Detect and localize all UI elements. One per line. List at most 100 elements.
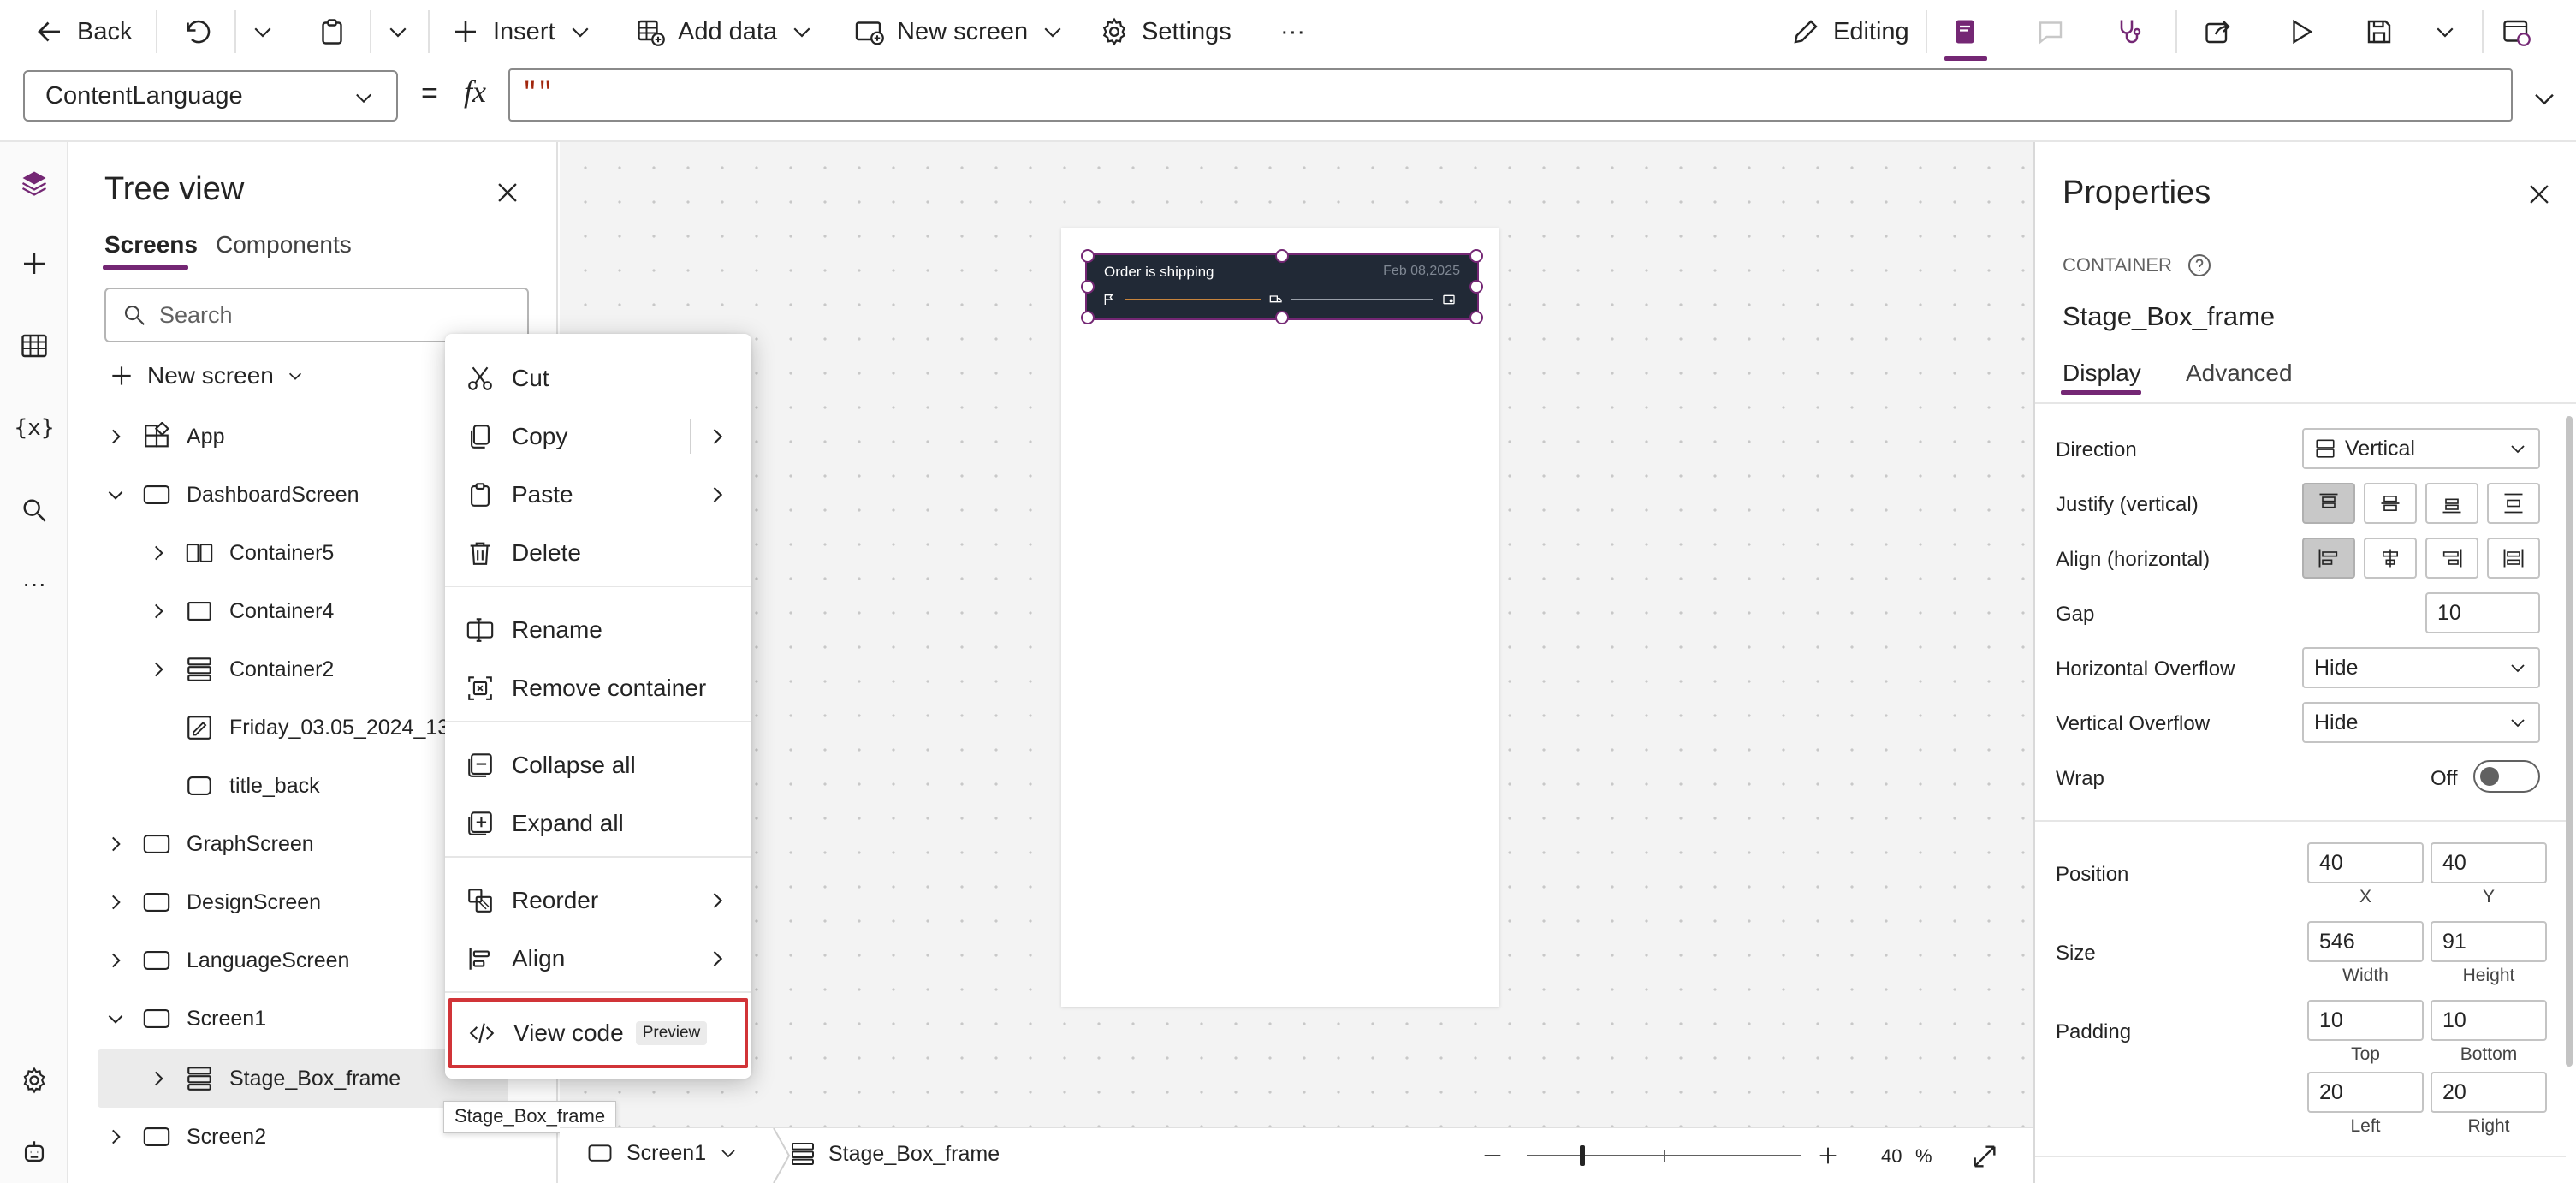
resize-handle[interactable] [1469, 280, 1483, 294]
align-end-button[interactable] [2425, 538, 2478, 579]
x-input[interactable]: 40 [2307, 842, 2424, 883]
clipboard-button[interactable] [317, 0, 347, 63]
chevron-right-icon[interactable] [147, 600, 169, 622]
zoom-slider-thumb[interactable] [1580, 1145, 1585, 1166]
tree-node-container4[interactable]: Container4 [147, 586, 334, 637]
y-input[interactable]: 40 [2431, 842, 2547, 883]
insert-rail-button[interactable] [17, 247, 51, 281]
tree-view-rail-button[interactable] [17, 166, 51, 200]
justify-space-between-button[interactable] [2487, 483, 2540, 524]
tree-node-graphscreen[interactable]: GraphScreen [104, 818, 314, 870]
virtual-agent-rail-button[interactable] [17, 1135, 51, 1169]
resize-handle[interactable] [1081, 249, 1095, 263]
chevron-down-icon[interactable] [104, 1008, 127, 1030]
undo-button[interactable] [181, 0, 212, 63]
h-overflow-dropdown[interactable]: Hide [2302, 647, 2540, 688]
tree-node-screen2[interactable]: Screen2 [104, 1111, 266, 1162]
design-canvas[interactable]: Order is shipping Feb 08,2025 [560, 142, 2033, 1127]
clipboard-dropdown[interactable] [385, 0, 411, 63]
share-button[interactable] [2203, 0, 2234, 63]
chevron-right-icon[interactable] [104, 949, 127, 972]
chevron-right-icon[interactable] [147, 658, 169, 681]
tab-screens[interactable]: Screens [104, 231, 198, 259]
tree-node-stage-box-frame[interactable]: Stage_Box_frame [147, 1053, 401, 1104]
data-rail-button[interactable] [17, 329, 51, 363]
new-screen-tree-button[interactable]: New screen [108, 354, 305, 397]
app-checker-button[interactable] [2114, 0, 2145, 63]
expand-formula-icon[interactable] [2530, 84, 2559, 113]
search-rail-button[interactable] [17, 493, 51, 527]
resize-handle[interactable] [1469, 249, 1483, 263]
v-overflow-dropdown[interactable]: Hide [2302, 702, 2540, 743]
chevron-right-icon[interactable] [147, 542, 169, 564]
wrap-toggle[interactable] [2473, 760, 2540, 793]
padding-bottom-input[interactable]: 10 [2431, 1000, 2547, 1041]
chevron-right-icon[interactable] [705, 425, 729, 449]
variables-icon[interactable]: {x} [15, 411, 55, 445]
menu-item-delete[interactable]: Delete [445, 524, 751, 582]
menu-item-paste[interactable]: Paste [445, 466, 751, 524]
align-center-button[interactable] [2364, 538, 2417, 579]
screen-preview[interactable] [1061, 228, 1499, 1007]
justify-center-button[interactable] [2364, 483, 2417, 524]
padding-left-input[interactable]: 20 [2307, 1072, 2424, 1113]
publish-button[interactable] [2501, 0, 2531, 63]
tree-node-container5[interactable]: Container5 [147, 527, 334, 579]
width-input[interactable]: 546 [2307, 921, 2424, 962]
chevron-down-icon[interactable] [104, 484, 127, 506]
direction-dropdown[interactable]: Vertical [2302, 428, 2540, 469]
align-stretch-button[interactable] [2487, 538, 2540, 579]
settings-button[interactable]: Settings [1099, 0, 1232, 63]
save-button[interactable] [2364, 0, 2395, 63]
new-screen-button[interactable]: New screen [854, 0, 1065, 63]
properties-scrollbar[interactable] [2566, 416, 2573, 1067]
resize-handle[interactable] [1469, 311, 1483, 324]
editing-mode-button[interactable]: Editing [1790, 0, 1909, 63]
more-rail-icon[interactable]: ··· [17, 567, 51, 601]
undo-dropdown[interactable] [250, 0, 276, 63]
stage-box-frame-card[interactable]: Order is shipping Feb 08,2025 [1087, 255, 1477, 318]
more-commands-button[interactable]: ··· [1280, 0, 1305, 63]
notes-button[interactable] [1950, 0, 1980, 63]
tree-node-container2[interactable]: Container2 [147, 644, 334, 695]
insert-button[interactable]: Insert [450, 0, 593, 63]
fit-to-window-icon[interactable] [1970, 1142, 1999, 1171]
menu-item-remove-container[interactable]: Remove container [445, 659, 751, 717]
resize-handle[interactable] [1081, 280, 1095, 294]
save-dropdown[interactable] [2432, 0, 2458, 63]
menu-item-view-code[interactable]: View code Preview [448, 998, 748, 1068]
menu-item-rename[interactable]: Rename [445, 601, 751, 659]
chevron-right-icon[interactable] [104, 425, 127, 448]
tree-node-title-back[interactable]: title_back [185, 760, 320, 811]
justify-start-button[interactable] [2302, 483, 2355, 524]
tree-node-app[interactable]: App [104, 411, 224, 462]
gap-input[interactable]: 10 [2425, 592, 2540, 633]
control-breadcrumb[interactable]: Stage_Box_frame [789, 1140, 1000, 1168]
property-selector[interactable]: ContentLanguage [23, 70, 398, 122]
zoom-out-icon[interactable] [1481, 1144, 1505, 1168]
comments-button[interactable] [2035, 0, 2066, 63]
tree-node-designscreen[interactable]: DesignScreen [104, 877, 321, 928]
close-icon[interactable] [2525, 180, 2554, 209]
chevron-right-icon[interactable] [104, 833, 127, 855]
zoom-in-icon[interactable] [1816, 1144, 1840, 1168]
resize-handle[interactable] [1275, 311, 1289, 324]
screen-breadcrumb[interactable]: Screen1 [585, 1140, 739, 1166]
settings-rail-button[interactable] [17, 1063, 51, 1097]
menu-item-expand-all[interactable]: Expand all [445, 794, 751, 853]
justify-end-button[interactable] [2425, 483, 2478, 524]
height-input[interactable]: 91 [2431, 921, 2547, 962]
chevron-right-icon[interactable] [147, 1067, 169, 1090]
tree-node-dashboardscreen[interactable]: DashboardScreen [104, 469, 359, 520]
formula-input[interactable]: "" [508, 68, 2513, 122]
help-circle-icon[interactable] [2186, 252, 2213, 279]
tree-node-screen1[interactable]: Screen1 [104, 993, 266, 1044]
back-button[interactable]: Back [34, 0, 132, 63]
menu-item-align[interactable]: Align [445, 930, 751, 988]
preview-play-button[interactable] [2285, 0, 2316, 63]
chevron-right-icon[interactable] [104, 891, 127, 913]
add-data-button[interactable]: Add data [635, 0, 815, 63]
menu-item-collapse-all[interactable]: Collapse all [445, 736, 751, 794]
align-start-button[interactable] [2302, 538, 2355, 579]
close-icon[interactable] [493, 178, 522, 207]
